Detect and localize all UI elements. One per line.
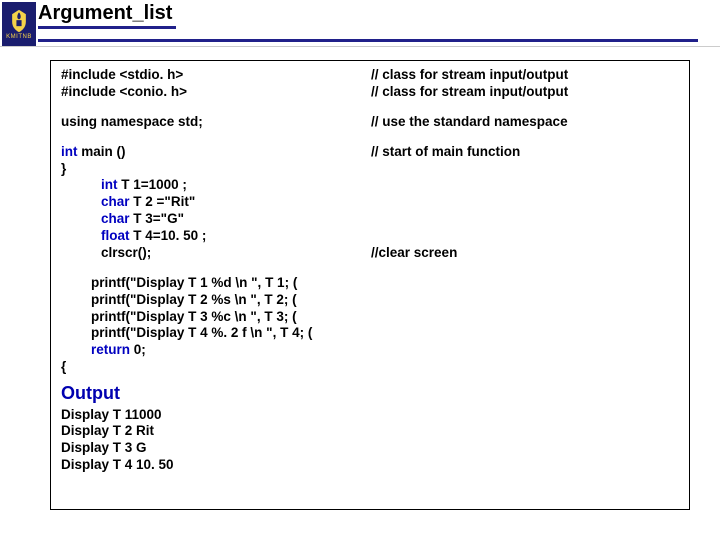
include-line-1: #include <stdio. h> // class for stream …	[61, 67, 679, 84]
code-text: T 4=10. 50 ;	[130, 228, 207, 243]
keyword-int: int	[101, 177, 118, 192]
code-text: clrscr();	[61, 245, 371, 262]
logo: KMITNB	[2, 2, 36, 46]
decl-char1: char T 2 ="Rit"	[61, 194, 679, 211]
keyword-char: char	[101, 194, 130, 209]
keyword-float: float	[101, 228, 130, 243]
code-frame: #include <stdio. h> // class for stream …	[50, 60, 690, 510]
code-text: #include <stdio. h>	[61, 67, 371, 84]
code-comment: //clear screen	[371, 245, 457, 262]
code-comment: // class for stream input/output	[371, 84, 568, 101]
title-underline	[38, 39, 698, 42]
header-bar: KMITNB Argument_list	[0, 0, 720, 47]
printf-1: printf("Display T 1 %d \n ", T 1; (	[61, 275, 679, 292]
code-text: 0;	[130, 342, 146, 357]
code-text: T 1=1000 ;	[118, 177, 187, 192]
code-comment: // class for stream input/output	[371, 67, 568, 84]
code-comment: // use the standard namespace	[371, 114, 568, 131]
code-text: using namespace std;	[61, 114, 371, 131]
output-line-3: Display T 3 G	[61, 440, 679, 457]
printf-2: printf("Display T 2 %s \n ", T 2; (	[61, 292, 679, 309]
keyword-return: return	[91, 342, 130, 357]
include-line-2: #include <conio. h> // class for stream …	[61, 84, 679, 101]
brace-open: }	[61, 161, 679, 178]
clrscr-line: clrscr(); //clear screen	[61, 245, 679, 262]
brace-close: {	[61, 359, 679, 376]
code-text: #include <conio. h>	[61, 84, 371, 101]
main-line: int main () // start of main function	[61, 144, 679, 161]
output-line-1: Display T 11000	[61, 407, 679, 424]
decl-char2: char T 3="G"	[61, 211, 679, 228]
output-heading: Output	[61, 382, 679, 405]
title-block: Argument_list	[38, 2, 698, 42]
output-line-4: Display T 4 10. 50	[61, 457, 679, 474]
printf-4: printf("Display T 4 %. 2 f \n ", T 4; (	[61, 325, 679, 342]
return-line: return 0;	[61, 342, 679, 359]
code-text: T 2 ="Rit"	[130, 194, 196, 209]
output-line-2: Display T 2 Rit	[61, 423, 679, 440]
keyword-int: int	[61, 144, 78, 159]
keyword-char: char	[101, 211, 130, 226]
printf-3: printf("Display T 3 %c \n ", T 3; (	[61, 309, 679, 326]
decl-int: int T 1=1000 ;	[61, 177, 679, 194]
code-comment: // start of main function	[371, 144, 520, 161]
crest-icon	[8, 9, 30, 33]
logo-label: KMITNB	[6, 34, 32, 40]
decl-float: float T 4=10. 50 ;	[61, 228, 679, 245]
code-text: T 3="G"	[130, 211, 184, 226]
page-title: Argument_list	[38, 2, 176, 29]
using-line: using namespace std; // use the standard…	[61, 114, 679, 131]
code-text: main ()	[78, 144, 126, 159]
